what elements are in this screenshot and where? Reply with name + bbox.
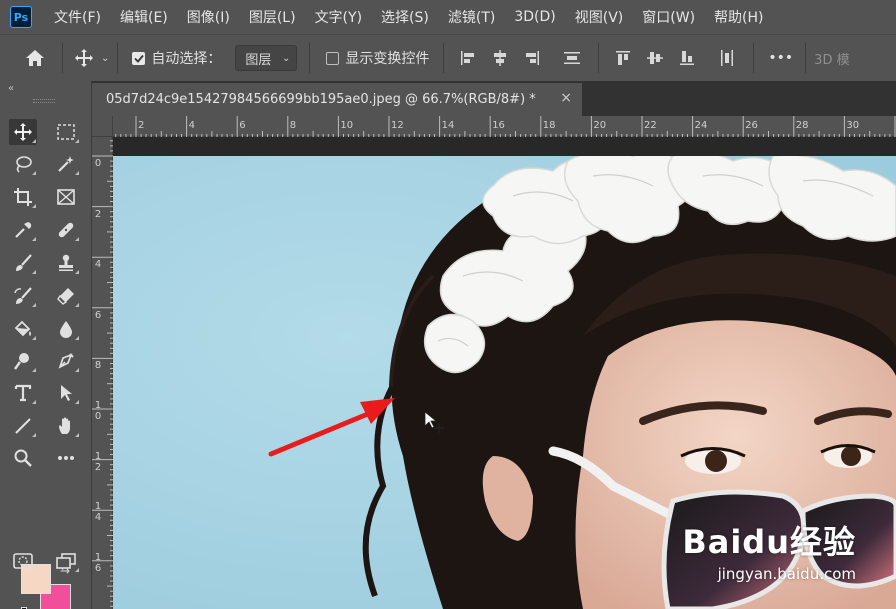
ruler-label: 6 (239, 120, 246, 131)
menu-filter[interactable]: 滤镜(T) (448, 7, 495, 27)
document-tab-title: 05d7d24c9e15427984566699bb195ae0.jpeg @ … (106, 92, 536, 107)
clone-stamp-tool-icon[interactable] (52, 250, 80, 276)
ruler-label: 28 (795, 120, 809, 131)
ruler-label: 20 (593, 120, 607, 131)
ruler-label: 2 (94, 208, 102, 220)
show-transform-label: 显示变换控件 (345, 51, 430, 67)
line-tool-icon[interactable] (9, 413, 37, 439)
align-vertical-center-icon[interactable] (639, 45, 671, 71)
quick-mask-icon[interactable] (9, 548, 37, 574)
baidu-logo: Baidu经验 (682, 523, 856, 561)
dodge-tool-icon[interactable] (9, 348, 37, 374)
lasso-tool-icon[interactable] (9, 151, 37, 177)
distribute-vertical-icon[interactable] (556, 45, 588, 71)
menu-edit[interactable]: 编辑(E) (120, 7, 168, 27)
distribute-horizontal-icon[interactable] (711, 45, 743, 71)
menu-help[interactable]: 帮助(H) (714, 7, 763, 27)
align-vertical-group (607, 45, 743, 71)
frame-tool-icon[interactable] (52, 184, 80, 210)
menu-file[interactable]: 文件(F) (54, 7, 101, 27)
more-options-button[interactable]: ••• (768, 50, 793, 66)
ruler-label: 26 (745, 120, 758, 131)
ruler-label: 4 (188, 120, 195, 131)
align-left-icon[interactable] (452, 45, 484, 71)
menu-bar: Ps 文件(F) 编辑(E) 图像(I) 图层(L) 文字(Y) 选择(S) 滤… (0, 0, 896, 34)
menu-view[interactable]: 视图(V) (575, 7, 624, 27)
document-tab-bar: 05d7d24c9e15427984566699bb195ae0.jpeg @ … (92, 81, 896, 116)
eraser-tool-icon[interactable] (52, 283, 80, 309)
panel-grip[interactable] (33, 99, 55, 103)
photoshop-logo: Ps (10, 6, 32, 28)
collapse-panel-icon[interactable]: « (8, 83, 14, 94)
screen-mode-icon[interactable] (52, 548, 80, 574)
align-bottom-icon[interactable] (671, 45, 703, 71)
ruler-label: 18 (542, 120, 556, 131)
menu-type[interactable]: 文字(Y) (315, 7, 362, 27)
horizontal-ruler[interactable]: 2 4 6 8 10 12 14 16 18 20 22 24 26 28 30 (113, 116, 896, 137)
document-tab[interactable]: 05d7d24c9e15427984566699bb195ae0.jpeg @ … (92, 83, 582, 116)
marquee-tool-icon[interactable] (52, 119, 80, 145)
type-tool-icon[interactable] (9, 380, 37, 406)
ruler-label: 8 (289, 120, 297, 131)
healing-brush-tool-icon[interactable] (52, 217, 80, 243)
move-tool-icon[interactable] (9, 119, 37, 145)
auto-select-target-dropdown[interactable]: 图层 ⌄ (235, 45, 298, 71)
more-tools-icon[interactable] (52, 445, 80, 471)
ruler-label: 6 (94, 309, 102, 321)
blur-tool-icon[interactable] (52, 316, 80, 342)
ruler-label: 4 (94, 259, 102, 271)
ruler-label: 8 (94, 360, 102, 372)
ruler-label: 14 (441, 120, 455, 131)
eyedropper-tool-icon[interactable] (9, 217, 37, 243)
default-colors-icon[interactable] (21, 602, 31, 609)
brush-tool-icon[interactable] (9, 250, 37, 276)
menu-window[interactable]: 窗口(W) (642, 7, 695, 27)
menu-3d[interactable]: 3D(D) (514, 9, 555, 25)
align-top-icon[interactable] (607, 45, 639, 71)
options-bar: ⌄ 自动选择： 图层 ⌄ 显示变换控件 ••• 3D 模 (0, 34, 896, 81)
ruler-origin[interactable] (92, 116, 113, 137)
paint-bucket-tool-icon[interactable] (9, 316, 37, 342)
align-horizontal-center-icon[interactable] (484, 45, 516, 71)
ruler-label: 24 (694, 120, 708, 131)
move-tool-preset-icon[interactable] (71, 45, 97, 71)
tools-panel: « ⇆ (0, 81, 92, 609)
crop-tool-icon[interactable] (9, 184, 37, 210)
align-right-icon[interactable] (516, 45, 548, 71)
menu-select[interactable]: 选择(S) (381, 7, 429, 27)
path-selection-tool-icon[interactable] (52, 380, 80, 406)
ruler-label: 14 (94, 501, 102, 524)
ruler-label: 16 (94, 551, 102, 574)
chevron-down-icon[interactable]: ⌄ (101, 53, 109, 64)
dropdown-value: 图层 (245, 52, 272, 68)
menu-image[interactable]: 图像(I) (187, 7, 230, 27)
ruler-label: 12 (94, 450, 102, 473)
align-group (452, 45, 588, 71)
ruler-label: 22 (644, 120, 657, 131)
ruler-label: 16 (492, 120, 505, 131)
3d-mode-label[interactable]: 3D 模 (814, 49, 849, 68)
ruler-label: 30 (846, 120, 860, 131)
ruler-label: 10 (340, 120, 354, 131)
history-brush-tool-icon[interactable] (9, 283, 37, 309)
auto-select-checkbox[interactable] (132, 51, 146, 65)
ruler-label: 10 (94, 400, 102, 422)
magic-wand-tool-icon[interactable] (52, 151, 80, 177)
vertical-ruler[interactable]: 0 2 4 6 8 10 12 14 16 (92, 137, 113, 609)
chevron-down-icon: ⌄ (282, 52, 291, 64)
auto-select-label: 自动选择： (151, 51, 222, 67)
ruler-label: 0 (94, 158, 102, 169)
pen-tool-icon[interactable] (52, 348, 80, 374)
menu-layer[interactable]: 图层(L) (249, 7, 296, 27)
ruler-label: 2 (138, 120, 145, 131)
home-icon[interactable] (22, 45, 48, 71)
document-canvas[interactable]: Baidu经验 jingyan.baidu.com (113, 156, 896, 609)
ruler-label: 12 (391, 120, 404, 131)
close-icon[interactable]: × (560, 90, 572, 106)
zoom-tool-icon[interactable] (9, 445, 37, 471)
show-transform-checkbox[interactable] (326, 51, 340, 65)
baidu-watermark: Baidu经验 jingyan.baidu.com (682, 517, 856, 583)
watermark-url: jingyan.baidu.com (717, 565, 856, 583)
hand-tool-icon[interactable] (52, 413, 80, 439)
